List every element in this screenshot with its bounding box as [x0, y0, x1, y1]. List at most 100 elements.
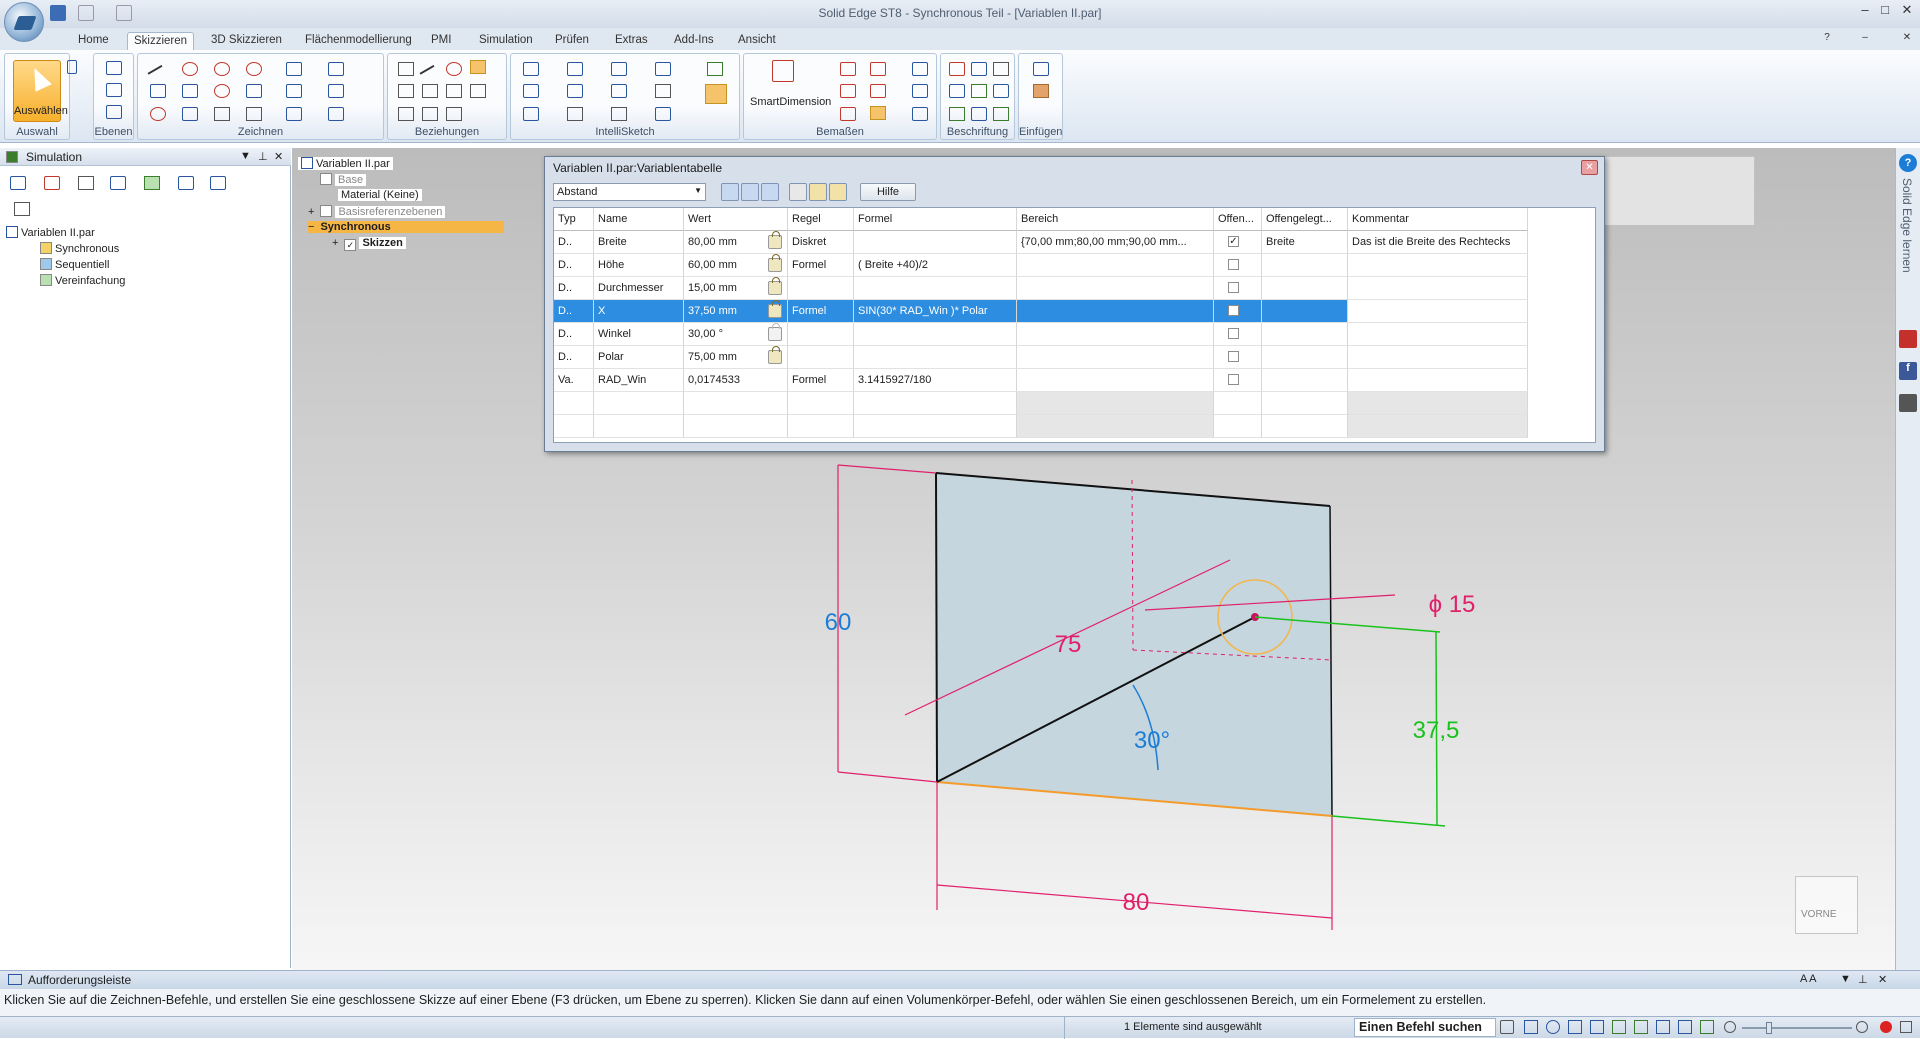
col-offengelegt-cell[interactable] [1262, 300, 1348, 323]
tab-3d-skizzieren[interactable]: 3D Skizzieren [205, 32, 288, 50]
col-bereich-cell[interactable]: {70,00 mm;80,00 mm;90,00 mm... [1017, 231, 1214, 254]
col-formel-cell[interactable]: ( Breite +40)/2 [854, 254, 1017, 277]
plane-offset-icon[interactable] [106, 83, 122, 97]
col-name-cell[interactable]: Polar [594, 346, 684, 369]
tree-item-material[interactable]: Material (Keine) [338, 189, 422, 201]
tree-item-vereinfachung[interactable]: Vereinfachung [40, 274, 125, 287]
circle-icon[interactable] [150, 107, 166, 121]
undo-icon[interactable] [78, 5, 94, 21]
col-offen-cell[interactable] [1214, 254, 1262, 277]
col-formel-cell[interactable] [854, 346, 1017, 369]
col-regel-cell[interactable]: Formel [788, 254, 854, 277]
col-regel-cell[interactable]: Diskret [788, 231, 854, 254]
line-icon[interactable] [147, 64, 169, 86]
col-kommentar-cell[interactable] [1348, 369, 1528, 392]
col-regel-cell[interactable]: Formel [788, 369, 854, 392]
doc-close-icon[interactable]: ✕ [1898, 32, 1916, 43]
arc-icon[interactable] [182, 62, 198, 76]
dim-style-icon[interactable] [912, 62, 928, 76]
col-formel-cell[interactable] [854, 392, 1017, 415]
study-icon[interactable] [110, 176, 126, 190]
col-kommentar-cell[interactable] [1348, 254, 1528, 277]
col-offengelegt-cell[interactable] [1262, 277, 1348, 300]
col-bereich-cell[interactable] [1017, 323, 1214, 346]
shade-icon[interactable] [1678, 1020, 1692, 1034]
facebook-icon[interactable]: f [1899, 362, 1917, 380]
sketch-option-icon[interactable] [655, 84, 671, 98]
lock-icon[interactable] [768, 300, 782, 318]
assembly-icon[interactable] [78, 176, 94, 190]
checkbox-icon[interactable] [320, 173, 332, 185]
chamfer-icon[interactable] [182, 107, 198, 121]
col-name-cell[interactable]: X [594, 300, 684, 323]
sketch-option-icon[interactable] [523, 84, 539, 98]
redo-icon[interactable] [116, 5, 132, 21]
leader-icon[interactable] [971, 107, 987, 121]
zoom-in-icon[interactable] [1856, 1021, 1868, 1033]
offen-checkbox[interactable] [1228, 305, 1239, 316]
col-typ-cell[interactable] [554, 415, 594, 438]
include-icon[interactable] [328, 84, 344, 98]
feature-control-icon[interactable] [993, 62, 1009, 76]
select-button[interactable]: Auswählen [13, 60, 68, 122]
rectangle-icon[interactable] [150, 84, 166, 98]
col-formel-header[interactable]: Formel [854, 208, 1017, 231]
col-wert-cell[interactable] [684, 415, 788, 438]
tab-simulation[interactable]: Simulation [473, 32, 539, 50]
font-size-icon[interactable]: A A [1800, 973, 1817, 985]
tree-item-synchronous[interactable]: − Synchronous [308, 221, 504, 233]
smartdimension-icon[interactable] [772, 60, 794, 82]
zoom-area-icon[interactable] [1524, 1020, 1538, 1034]
project-icon[interactable] [328, 62, 344, 76]
col-offen-header[interactable]: Offen... [1214, 208, 1262, 231]
col-kommentar-cell[interactable] [1348, 277, 1528, 300]
offen-checkbox[interactable] [1228, 328, 1239, 339]
tab-flaechenmodellierung[interactable]: Flächenmodellierung [299, 32, 418, 50]
lock-icon[interactable] [768, 254, 782, 272]
youtube-icon[interactable] [1899, 330, 1917, 348]
col-offen-cell[interactable] [1214, 323, 1262, 346]
maximize-icon[interactable]: □ [1876, 2, 1894, 17]
network-icon[interactable] [210, 176, 226, 190]
col-formel-cell[interactable] [854, 415, 1017, 438]
excel-link-icon[interactable] [829, 183, 847, 201]
table-row[interactable]: Va. RAD_Win 0,0174533 Formel 3.1415927/180 [554, 369, 1595, 392]
plane-icon[interactable] [106, 61, 122, 75]
tab-pruefen[interactable]: Prüfen [549, 32, 595, 50]
dim-text-icon[interactable] [912, 84, 928, 98]
col-wert-cell[interactable] [684, 392, 788, 415]
dim-align-icon[interactable] [912, 107, 928, 121]
col-formel-cell[interactable] [854, 277, 1017, 300]
angle-dim-icon[interactable] [870, 62, 886, 76]
sketch-option-icon[interactable] [523, 107, 539, 121]
col-name-cell[interactable]: Winkel [594, 323, 684, 346]
community-icon[interactable] [1899, 394, 1917, 412]
prompt-close-icon[interactable]: ✕ [1878, 973, 1887, 986]
pattern-icon[interactable] [286, 107, 302, 121]
lock-icon[interactable] [768, 277, 782, 295]
col-name-cell[interactable] [594, 392, 684, 415]
dialog-close-button[interactable]: ✕ [1581, 160, 1598, 175]
sketch-view-icon[interactable] [1656, 1020, 1670, 1034]
col-offengelegt-header[interactable]: Offengelegt... [1262, 208, 1348, 231]
copy-variable-icon[interactable] [809, 183, 827, 201]
tree-root[interactable]: Variablen II.par [6, 226, 95, 239]
callout-icon[interactable] [949, 62, 965, 76]
col-wert-cell[interactable]: 37,50 mm [684, 300, 788, 323]
col-offengelegt-cell[interactable] [1262, 346, 1348, 369]
ribbon-minimize-icon[interactable]: – [1856, 32, 1874, 43]
col-regel-cell[interactable] [788, 323, 854, 346]
intellisketch-settings-icon[interactable] [705, 84, 727, 104]
col-wert-cell[interactable]: 75,00 mm [684, 346, 788, 369]
style-icon[interactable] [1700, 1020, 1714, 1034]
scale-icon[interactable] [286, 84, 302, 98]
tree-item-file[interactable]: Variablen II.par [298, 157, 393, 170]
col-typ-header[interactable]: Typ [554, 208, 594, 231]
image-icon[interactable] [1033, 84, 1049, 98]
col-regel-cell[interactable] [788, 392, 854, 415]
datum-icon[interactable] [949, 107, 965, 121]
filter-dims-icon[interactable] [761, 183, 779, 201]
table-row[interactable]: D.. Winkel 30,00 ° [554, 323, 1595, 346]
xy-icon[interactable] [328, 107, 344, 121]
col-bereich-cell[interactable] [1017, 254, 1214, 277]
